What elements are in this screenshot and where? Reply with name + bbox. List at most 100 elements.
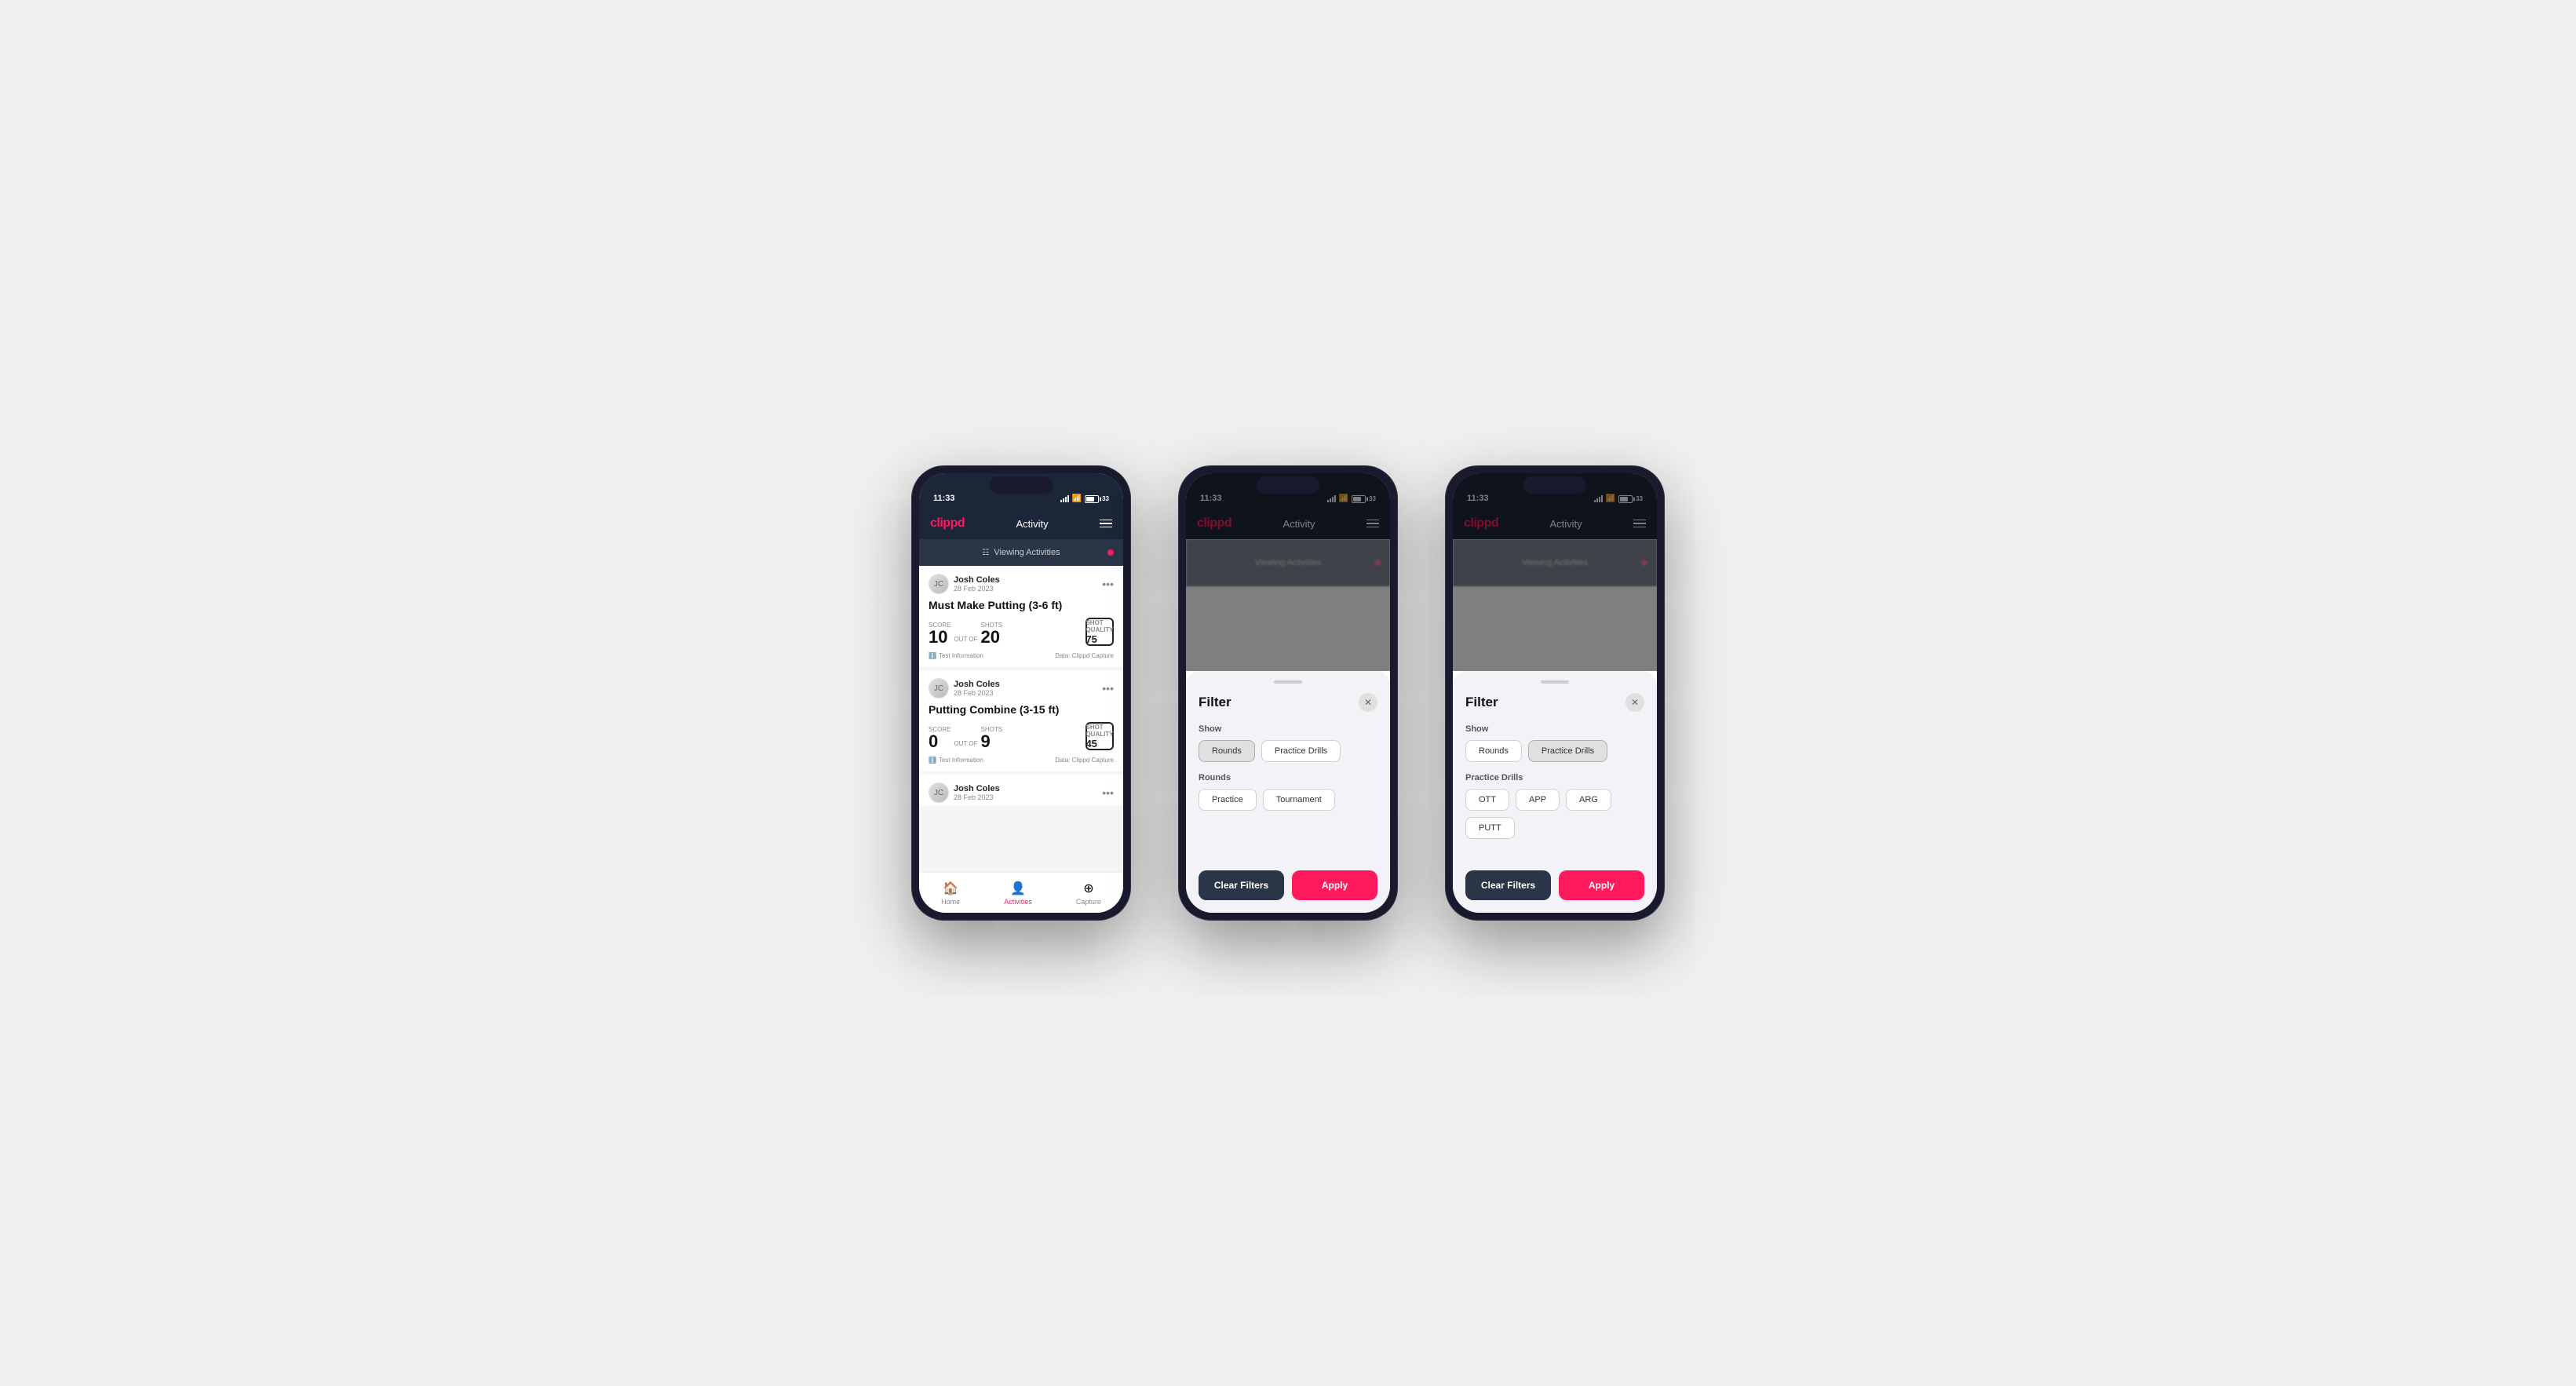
signal-icon-1 bbox=[1060, 495, 1069, 502]
score-value-2: 0 bbox=[929, 733, 950, 750]
shots-stat-2: Shots 9 bbox=[981, 726, 1003, 750]
card-footer-1: ℹ️ Test Information Data: Clippd Capture bbox=[929, 652, 1114, 659]
apply-btn-2[interactable]: Apply bbox=[1292, 870, 1377, 900]
putt-btn-3[interactable]: PUTT bbox=[1465, 817, 1515, 839]
filter-footer-3: Clear Filters Apply bbox=[1465, 858, 1644, 900]
tournament-btn-2[interactable]: Tournament bbox=[1263, 789, 1335, 811]
clear-filters-btn-2[interactable]: Clear Filters bbox=[1199, 870, 1284, 900]
user-info-3: JC Josh Coles 28 Feb 2023 bbox=[929, 782, 1000, 803]
rounds-tab-2[interactable]: Rounds bbox=[1199, 740, 1255, 762]
filter-handle-3 bbox=[1541, 680, 1569, 684]
user-name-1: Josh Coles bbox=[954, 575, 1000, 585]
nav-capture-1[interactable]: ⊕ Capture bbox=[1076, 881, 1101, 906]
stats-row-1: Score 10 OUT OF Shots 20 Shot Quality 75 bbox=[929, 618, 1114, 646]
wifi-icon-1: 📶 bbox=[1072, 494, 1082, 503]
filter-header-3: Filter ✕ bbox=[1465, 693, 1644, 712]
test-info-1: ℹ️ Test Information bbox=[929, 652, 983, 659]
practice-drills-btn-group-3: OTT APP ARG PUTT bbox=[1465, 789, 1644, 839]
apply-btn-3[interactable]: Apply bbox=[1559, 870, 1644, 900]
shots-value-2: 9 bbox=[981, 733, 1003, 750]
user-info-2: JC Josh Coles 28 Feb 2023 bbox=[929, 678, 1000, 698]
status-icons-1: 📶 33 bbox=[1060, 494, 1109, 503]
filter-modal-2: Filter ✕ Show Rounds Practice Drills Rou… bbox=[1186, 671, 1390, 913]
phone-notch-3 bbox=[1523, 476, 1586, 494]
filter-footer-2: Clear Filters Apply bbox=[1199, 858, 1377, 900]
viewing-text-1: Viewing Activities bbox=[994, 548, 1060, 557]
shot-quality-badge-2: Shot Quality 45 bbox=[1085, 722, 1114, 750]
home-icon-1: 🏠 bbox=[943, 881, 958, 896]
practice-btn-2[interactable]: Practice bbox=[1199, 789, 1257, 811]
card-header-2: JC Josh Coles 28 Feb 2023 ••• bbox=[929, 678, 1114, 698]
data-source-1: Data: Clippd Capture bbox=[1055, 652, 1114, 659]
user-date-1: 28 Feb 2023 bbox=[954, 585, 1000, 593]
user-name-3: Josh Coles bbox=[954, 784, 1000, 793]
logo-1: clippd bbox=[930, 516, 965, 531]
filter-backdrop-3 bbox=[1453, 473, 1657, 671]
viewing-banner-1[interactable]: ☷ Viewing Activities bbox=[919, 539, 1123, 566]
phone-3: 11:33 📶 33 clippd Activity bbox=[1445, 465, 1665, 921]
activity-title-2: Putting Combine (3-15 ft) bbox=[929, 703, 1114, 716]
user-name-2: Josh Coles bbox=[954, 680, 1000, 689]
filter-title-2: Filter bbox=[1199, 695, 1231, 710]
filter-close-3[interactable]: ✕ bbox=[1626, 693, 1644, 712]
phone-notch-1 bbox=[990, 476, 1053, 494]
score-stat-2: Score 0 bbox=[929, 726, 950, 750]
menu-icon-1[interactable] bbox=[1100, 520, 1112, 528]
nav-home-label-1: Home bbox=[941, 898, 960, 906]
practice-drills-tab-3[interactable]: Practice Drills bbox=[1528, 740, 1607, 762]
out-of-2: OUT OF bbox=[954, 740, 977, 747]
nav-activities-1[interactable]: 👤 Activities bbox=[1004, 881, 1032, 906]
data-source-2: Data: Clippd Capture bbox=[1055, 757, 1114, 764]
avatar-2: JC bbox=[929, 678, 949, 698]
nav-home-1[interactable]: 🏠 Home bbox=[941, 881, 960, 906]
filter-title-3: Filter bbox=[1465, 695, 1498, 710]
shot-quality-badge-1: Shot Quality 75 bbox=[1085, 618, 1114, 646]
phone-1-screen: 11:33 📶 33 clippd bbox=[919, 473, 1123, 913]
battery-icon-1 bbox=[1085, 495, 1099, 503]
show-label-3: Show bbox=[1465, 724, 1644, 734]
more-btn-2[interactable]: ••• bbox=[1102, 682, 1114, 695]
more-btn-1[interactable]: ••• bbox=[1102, 578, 1114, 590]
card-header-1: JC Josh Coles 28 Feb 2023 ••• bbox=[929, 574, 1114, 594]
show-btn-group-2: Rounds Practice Drills bbox=[1199, 740, 1377, 762]
phones-container: 11:33 📶 33 clippd bbox=[911, 465, 1665, 921]
filter-backdrop-2 bbox=[1186, 473, 1390, 671]
score-value-1: 10 bbox=[929, 629, 950, 646]
user-details-1: Josh Coles 28 Feb 2023 bbox=[954, 575, 1000, 593]
filter-modal-3: Filter ✕ Show Rounds Practice Drills Pra… bbox=[1453, 671, 1657, 913]
activity-feed-1: JC Josh Coles 28 Feb 2023 ••• Must Make … bbox=[919, 566, 1123, 872]
nav-title-1: Activity bbox=[1016, 518, 1048, 530]
bottom-nav-1: 🏠 Home 👤 Activities ⊕ Capture bbox=[919, 872, 1123, 913]
card-footer-2: ℹ️ Test Information Data: Clippd Capture bbox=[929, 757, 1114, 764]
rounds-label-2: Rounds bbox=[1199, 773, 1377, 782]
more-btn-3[interactable]: ••• bbox=[1102, 786, 1114, 799]
avatar-1: JC bbox=[929, 574, 949, 594]
filter-icon-1: ☷ bbox=[982, 549, 989, 557]
user-date-2: 28 Feb 2023 bbox=[954, 689, 1000, 697]
filter-overlay-3: Filter ✕ Show Rounds Practice Drills Pra… bbox=[1453, 473, 1657, 913]
phone-3-screen: 11:33 📶 33 clippd Activity bbox=[1453, 473, 1657, 913]
ott-btn-3[interactable]: OTT bbox=[1465, 789, 1509, 811]
arg-btn-3[interactable]: ARG bbox=[1566, 789, 1611, 811]
user-details-3: Josh Coles 28 Feb 2023 bbox=[954, 784, 1000, 801]
shot-quality-value-2: 45 bbox=[1085, 738, 1096, 750]
user-date-3: 28 Feb 2023 bbox=[954, 793, 1000, 801]
show-label-2: Show bbox=[1199, 724, 1377, 734]
shot-quality-value-1: 75 bbox=[1085, 633, 1096, 645]
activity-card-2: JC Josh Coles 28 Feb 2023 ••• Putting Co… bbox=[919, 670, 1123, 771]
clear-filters-btn-3[interactable]: Clear Filters bbox=[1465, 870, 1551, 900]
rounds-tab-3[interactable]: Rounds bbox=[1465, 740, 1522, 762]
app-btn-3[interactable]: APP bbox=[1516, 789, 1560, 811]
out-of-1: OUT OF bbox=[954, 636, 977, 643]
phone-2-screen: 11:33 📶 33 clippd Activity bbox=[1186, 473, 1390, 913]
filter-close-2[interactable]: ✕ bbox=[1359, 693, 1377, 712]
filter-overlay-2: Filter ✕ Show Rounds Practice Drills Rou… bbox=[1186, 473, 1390, 913]
test-info-2: ℹ️ Test Information bbox=[929, 757, 983, 764]
practice-drills-tab-2[interactable]: Practice Drills bbox=[1261, 740, 1341, 762]
phone-1: 11:33 📶 33 clippd bbox=[911, 465, 1131, 921]
activity-card-1: JC Josh Coles 28 Feb 2023 ••• Must Make … bbox=[919, 566, 1123, 667]
avatar-3: JC bbox=[929, 782, 949, 803]
filter-header-2: Filter ✕ bbox=[1199, 693, 1377, 712]
shot-quality-label-2: Shot Quality bbox=[1085, 724, 1113, 738]
shots-value-1: 20 bbox=[981, 629, 1003, 646]
